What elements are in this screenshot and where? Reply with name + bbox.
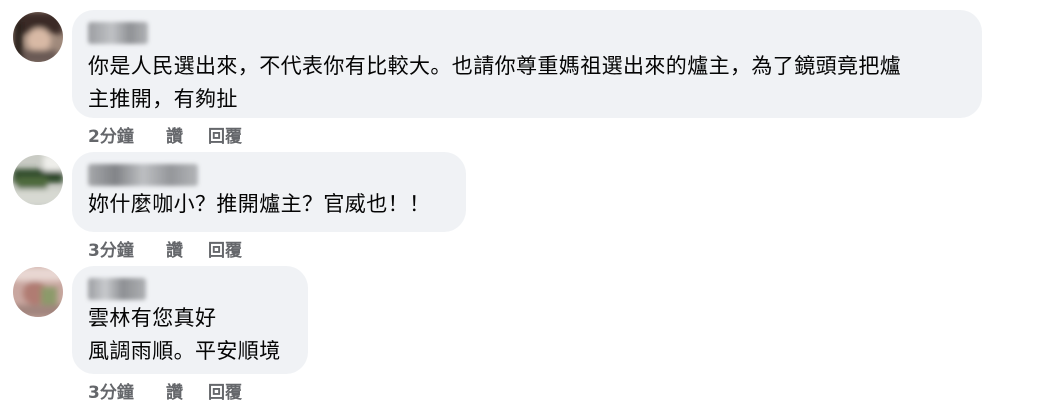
comment-timestamp[interactable]: 2分鐘	[88, 122, 166, 147]
avatar[interactable]	[13, 267, 63, 317]
author-name-redacted[interactable]	[88, 22, 148, 44]
comment-text: 妳什麼咖小？推開爐主？官威也！！	[88, 192, 431, 216]
avatar-image	[13, 155, 63, 205]
avatar-image	[13, 267, 63, 317]
reply-button[interactable]: 回覆	[208, 122, 268, 147]
like-button[interactable]: 讚	[166, 236, 208, 261]
author-name-redacted[interactable]	[88, 278, 146, 300]
like-button[interactable]: 讚	[166, 122, 208, 147]
comment-timestamp[interactable]: 3分鐘	[88, 378, 166, 403]
comment-actions: 2分鐘 讚 回覆	[88, 122, 268, 147]
avatar[interactable]	[13, 155, 63, 205]
comment-text: 雲林有您真好 風調雨順。平安順境	[88, 306, 281, 363]
reply-button[interactable]: 回覆	[208, 378, 268, 403]
comment-bubble: 你是人民選出來，不代表你有比較大。也請你尊重媽祖選出來的爐主，為了鏡頭竟把爐 主…	[72, 10, 982, 118]
comment-bubble: 妳什麼咖小？推開爐主？官威也！！	[72, 152, 466, 232]
author-name-redacted[interactable]	[88, 164, 198, 186]
reply-button[interactable]: 回覆	[208, 236, 268, 261]
comment-text: 你是人民選出來，不代表你有比較大。也請你尊重媽祖選出來的爐主，為了鏡頭竟把爐 主…	[88, 54, 902, 111]
like-button[interactable]: 讚	[166, 378, 208, 403]
comment-actions: 3分鐘 讚 回覆	[88, 378, 268, 403]
comment-actions: 3分鐘 讚 回覆	[88, 236, 268, 261]
avatar[interactable]	[13, 12, 63, 62]
comment-bubble: 雲林有您真好 風調雨順。平安順境	[72, 266, 308, 374]
avatar-image	[13, 12, 63, 62]
comment-timestamp[interactable]: 3分鐘	[88, 236, 166, 261]
